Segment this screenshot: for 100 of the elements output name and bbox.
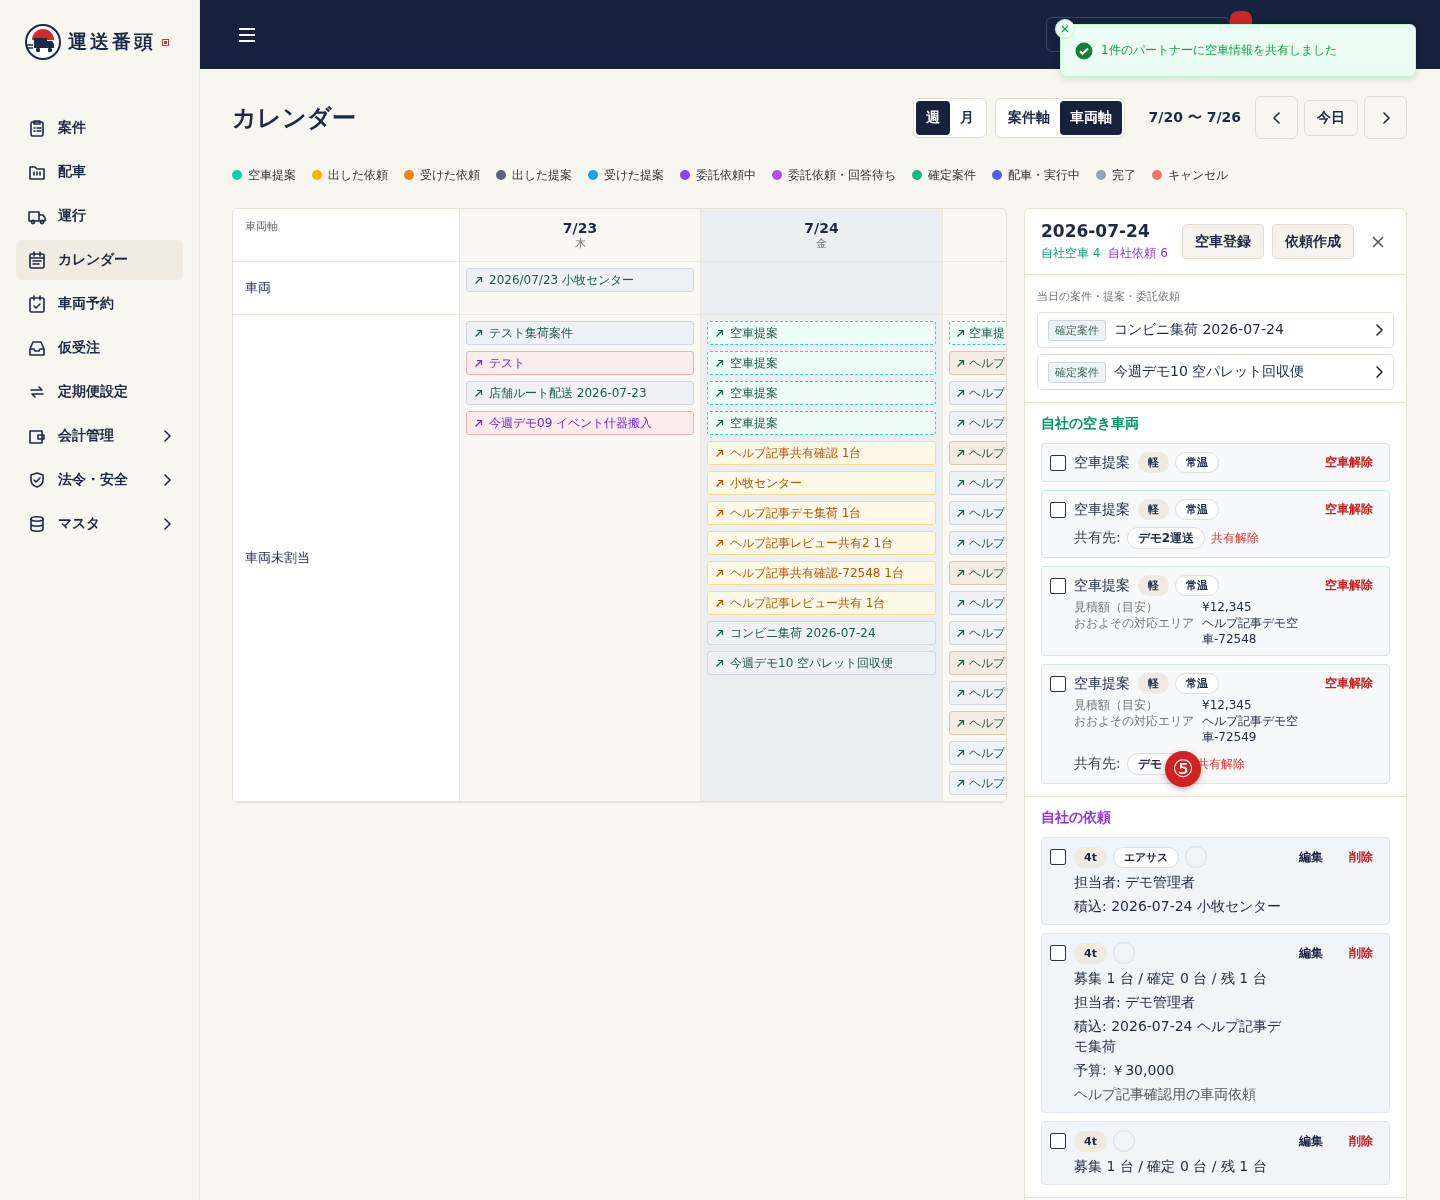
menu-icon[interactable] [238,26,256,43]
toggle-tab[interactable]: 月 [949,100,984,135]
sidebar-item[interactable]: 法令・安全 [16,460,183,500]
sidebar-item[interactable]: 車両予約 [16,284,183,324]
detail-value: ¥12,345 [1202,599,1253,615]
delete-link[interactable]: 削除 [1349,944,1373,962]
arrow-icon [715,358,724,368]
release-link[interactable]: 空車解除 [1325,501,1373,518]
toggle-tab[interactable]: 車両軸 [1059,100,1122,135]
summary-count: 自社依頼 6 [1108,245,1168,262]
calendar-event[interactable]: 店舗ルート配送 2026-07-23 [466,381,694,405]
calendar-event[interactable]: ヘルプ [949,651,1006,675]
toggle-tab[interactable]: 週 [915,100,950,135]
delete-link[interactable]: 削除 [1349,848,1373,866]
calendar-event[interactable]: ヘルプ [949,741,1006,765]
calendar-event[interactable]: テスト [466,351,694,375]
calendar-event[interactable]: ヘルプ [949,411,1006,435]
item-title: コンビニ集荷 2026-07-24 [1114,321,1285,339]
arrow-icon [956,418,965,428]
legend-label: 確定案件 [928,166,976,184]
sidebar-item[interactable]: 運行 [16,196,183,236]
calendar-event[interactable]: ヘルプ [949,351,1006,375]
calendar-event[interactable]: ヘルプ [949,681,1006,705]
close-icon [1372,235,1384,248]
calendar-event[interactable]: ヘルプ [949,501,1006,525]
day-date: 7/24 [804,219,839,236]
vacancy-title: 空車提案 [1074,576,1130,595]
sidebar-item[interactable]: マスタ [16,504,183,544]
calendar-event[interactable]: ヘルプ [949,531,1006,555]
release-link[interactable]: 空車解除 [1325,454,1373,471]
calendar-event[interactable]: 2026/07/23 小牧センター [466,268,694,292]
today-button[interactable]: 今日 [1304,99,1358,136]
calendar-event[interactable]: ヘルプ [949,561,1006,585]
calendar-event[interactable]: ヘルプ [949,771,1006,795]
calendar-event[interactable]: 空車提案 [707,351,936,375]
sidebar-item[interactable]: 会計管理 [16,416,183,456]
calendar-event[interactable]: ヘルプ [949,621,1006,645]
inbox-icon [28,339,46,357]
legend-label: 委託依頼中 [696,166,756,184]
tag-chip: 軽 [1138,673,1169,694]
edit-link[interactable]: 編集 [1299,848,1323,866]
release-link[interactable]: 空車解除 [1325,675,1373,692]
shield-icon [28,471,46,489]
delete-link[interactable]: 削除 [1349,1132,1373,1150]
checkbox[interactable] [1050,1133,1066,1149]
legend-label: 空車提案 [248,166,296,184]
calendar-event[interactable]: 小牧センター [707,471,936,495]
panel-date: 2026-07-24 [1041,221,1151,241]
calendar-event[interactable]: 空車提案 [707,381,936,405]
item-title: 今週デモ10 空パレット回収便 [1114,363,1306,381]
calendar-event[interactable]: ヘルプ記事レビュー共有 1台 [707,591,936,615]
checkbox[interactable] [1050,675,1066,692]
chevron-icon [1375,324,1383,336]
calendar-event[interactable]: 空車提案 [707,411,936,435]
sidebar-item[interactable]: 仮受注 [16,328,183,368]
calendar-check-icon [28,295,46,313]
arrow-icon [474,358,483,368]
calendar-event[interactable]: 空車提 [949,321,1006,345]
calendar-event[interactable]: テスト集荷案件 [466,321,694,345]
request-detail: 募集 1 台 / 確定 0 台 / 残 1 台 [1074,969,1268,988]
day-item[interactable]: 確定案件 コンビニ集荷 2026-07-24 [1037,312,1394,348]
calendar-event[interactable]: 今週デモ10 空パレット回収便 [707,651,936,675]
request-detail: 積込: 2026-07-24 ヘルプ記事デモ集荷 [1074,1017,1283,1056]
checkbox[interactable] [1050,454,1066,471]
detail-label: 見積額（目安） [1074,599,1159,615]
edit-link[interactable]: 編集 [1299,944,1323,962]
toggle-tab[interactable]: 案件軸 [997,100,1060,135]
sidebar-item[interactable]: 案件 [16,108,183,148]
tag-chip: 軽 [1138,575,1169,596]
legend-label: 受けた提案 [604,166,664,184]
calendar-event[interactable]: ヘルプ記事共有確認-72548 1台 [707,561,936,585]
checkbox[interactable] [1050,501,1066,518]
calendar-event[interactable]: コンビニ集荷 2026-07-24 [707,621,936,645]
checkbox[interactable] [1050,577,1066,594]
calendar-event[interactable]: ヘルプ [949,591,1006,615]
legend-label: 配車・実行中 [1008,166,1080,184]
arrow-icon [715,538,724,548]
unshare-link[interactable]: 共有解除 [1211,529,1260,547]
calendar-event[interactable]: ヘルプ [949,471,1006,495]
calendar-event[interactable]: 空車提案 [707,321,936,345]
calendar-event[interactable]: ヘルプ [949,441,1006,465]
release-link[interactable]: 空車解除 [1325,577,1373,594]
clipboard-icon [28,119,46,137]
sidebar-item[interactable]: 定期便設定 [16,372,183,412]
checkbox[interactable] [1050,849,1066,865]
calendar-event[interactable]: ヘルプ [949,381,1006,405]
calendar-event[interactable]: ヘルプ [949,711,1006,735]
sidebar-item[interactable]: 配車 [16,152,183,192]
calendar-event[interactable]: ヘルプ記事デモ集荷 1台 [707,501,936,525]
sidebar-item[interactable]: カレンダー [16,240,183,280]
action-button[interactable]: 依頼作成 [1272,224,1354,259]
legend-label: 完了 [1112,166,1136,184]
checkbox[interactable] [1050,945,1066,961]
calendar-event[interactable]: ヘルプ記事レビュー共有2 1台 [707,531,936,555]
calendar-event[interactable]: 今週デモ09 イベント什器搬入 [466,411,694,435]
calendar-event[interactable]: ヘルプ記事共有確認 1台 [707,441,936,465]
column-header: 車両軸 [245,219,278,234]
action-button[interactable]: 空車登録 [1182,224,1264,259]
edit-link[interactable]: 編集 [1299,1132,1323,1150]
day-item[interactable]: 確定案件 今週デモ10 空パレット回収便 [1037,354,1394,390]
